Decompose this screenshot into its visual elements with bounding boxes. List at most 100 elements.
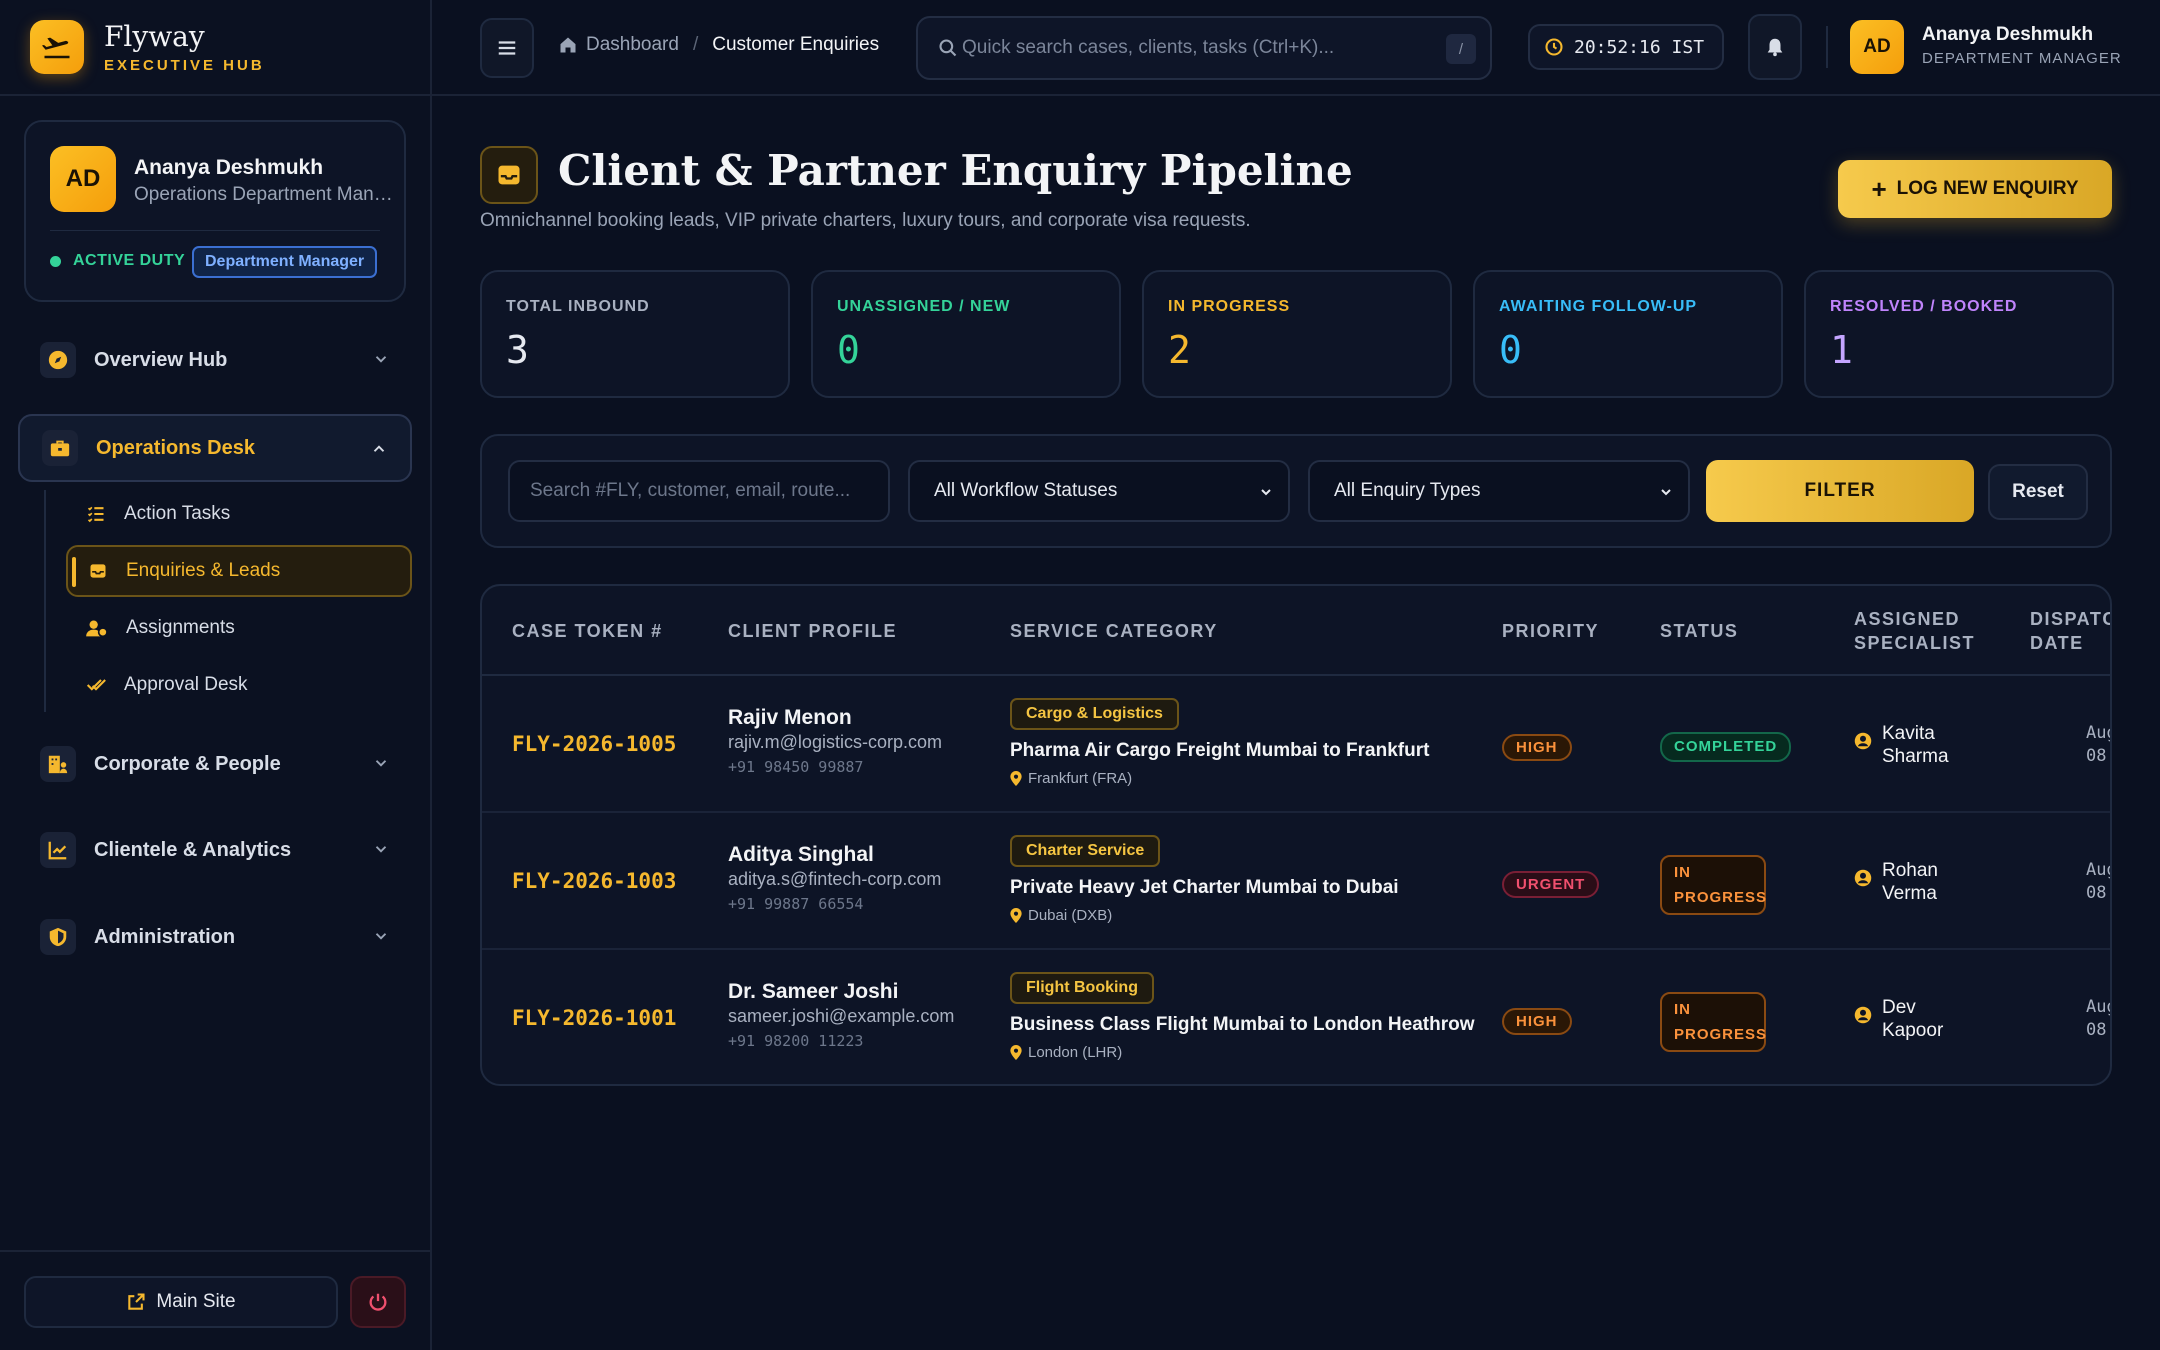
user-role: DEPARTMENT MANAGER (1922, 50, 2122, 67)
specialist-name: Dev Kapoor (1882, 997, 1944, 1041)
status-badge: COMPLETED (1660, 732, 1792, 762)
sidebar-item-approval-desk[interactable]: Approval Desk (66, 659, 412, 711)
page-subtitle: Omnichannel booking leads, VIP private c… (480, 210, 1251, 231)
breadcrumb-current: Customer Enquiries (712, 34, 880, 55)
priority-badge: URGENT (1502, 871, 1600, 898)
nav-label: Operations Desk (96, 436, 255, 459)
service-tag: Flight Booking (1010, 972, 1154, 1004)
sub-label: Assignments (126, 617, 235, 638)
breadcrumb-separator: / (692, 34, 699, 55)
service-location: Dubai (DXB) (1010, 907, 1112, 924)
notifications-button[interactable] (1748, 14, 1802, 80)
client-phone: +91 98200 11223 (728, 1032, 864, 1050)
sub-label: Approval Desk (124, 674, 248, 695)
dispatch-date: Aug 23, 2026 08:44 IST (2086, 996, 2110, 1042)
page-title: Client & Partner Enquiry Pipeline (558, 146, 1353, 195)
enquiry-search-input[interactable]: Search #FLY, customer, email, route... (508, 460, 890, 522)
chevron-down-icon (375, 760, 387, 767)
column-header[interactable]: CASE TOKEN # (512, 586, 663, 676)
status-badge: IN PROGRESS (1660, 855, 1766, 915)
priority-badge: HIGH (1502, 734, 1572, 761)
briefcase-icon (42, 430, 78, 466)
user-avatar[interactable]: AD (1850, 20, 1904, 74)
client-email: sameer.joshi@example.com (728, 1006, 955, 1026)
stat-value: 3 (506, 328, 529, 372)
case-token[interactable]: FLY-2026-1001 (512, 1006, 676, 1030)
chevron-down-icon (375, 933, 387, 940)
brand-name: Flyway (104, 19, 205, 53)
case-token[interactable]: FLY-2026-1003 (512, 869, 676, 893)
active-indicator (72, 557, 76, 587)
service-location: London (LHR) (1010, 1044, 1122, 1061)
column-header[interactable]: DISPATCH DATE (2030, 586, 2110, 676)
type-select[interactable]: All Enquiry Types (1308, 460, 1690, 522)
user-name[interactable]: Ananya Deshmukh (1922, 24, 2093, 46)
profile-role: Operations Department Manager (134, 184, 394, 205)
case-token[interactable]: FLY-2026-1005 (512, 732, 676, 756)
service-title: Pharma Air Cargo Freight Mumbai to Frank… (1010, 740, 1430, 761)
stat-resolved-booked: RESOLVED / BOOKED 1 (1804, 270, 2114, 398)
sub-label: Action Tasks (124, 503, 231, 524)
nav-clientele-analytics[interactable]: Clientele & Analytics (18, 816, 412, 884)
sub-label: Enquiries & Leads (126, 560, 281, 581)
chevron-up-icon (373, 445, 385, 452)
column-header[interactable]: PRIORITY (1502, 586, 1599, 676)
brand[interactable]: Flyway EXECUTIVE HUB (0, 0, 430, 96)
sidebar-item-enquiries-leads[interactable]: Enquiries & Leads (66, 545, 412, 597)
chevron-down-icon (1261, 489, 1271, 496)
table-row[interactable]: FLY-2026-1001 Dr. Sameer Joshi sameer.jo… (482, 950, 2110, 1084)
breadcrumb-dashboard[interactable]: Dashboard (586, 34, 679, 56)
divider (50, 230, 380, 231)
reset-button[interactable]: Reset (1988, 464, 2088, 520)
chevron-down-icon (375, 356, 387, 363)
column-header[interactable]: STATUS (1660, 586, 1738, 676)
status-dot-icon (50, 255, 61, 267)
search-placeholder: Quick search cases, clients, tasks (Ctrl… (962, 37, 1335, 58)
plus-icon: + (1871, 174, 1887, 204)
table-row[interactable]: FLY-2026-1005 Rajiv Menon rajiv.m@logist… (482, 676, 2110, 813)
stat-label: TOTAL INBOUND (506, 298, 650, 315)
map-pin-icon (1010, 1045, 1022, 1060)
service-title: Business Class Flight Mumbai to London H… (1010, 1014, 1475, 1035)
global-search-input[interactable]: Quick search cases, clients, tasks (Ctrl… (916, 16, 1492, 80)
profile-name: Ananya Deshmukh (134, 156, 324, 179)
main-site-label: Main Site (156, 1291, 236, 1312)
sidebar-item-action-tasks[interactable]: Action Tasks (66, 488, 412, 540)
stat-label: RESOLVED / BOOKED (1830, 298, 2018, 315)
nav-operations-desk[interactable]: Operations Desk (18, 414, 412, 482)
search-icon (939, 39, 957, 57)
nav-corporate-people[interactable]: Corporate & People (18, 730, 412, 798)
column-header[interactable]: CLIENT PROFILE (728, 586, 897, 676)
stat-label: IN PROGRESS (1168, 298, 1291, 315)
main-site-button[interactable]: Main Site (24, 1276, 338, 1328)
status-badge: IN PROGRESS (1660, 992, 1766, 1052)
chart-line-icon (40, 832, 76, 868)
map-pin-icon (1010, 771, 1022, 786)
client-name: Rajiv Menon (728, 706, 852, 729)
column-header[interactable]: SERVICE CATEGORY (1010, 586, 1218, 676)
sidebar-footer: Main Site (0, 1250, 432, 1350)
assigned-specialist: Dev Kapoor (1854, 996, 1962, 1042)
table-row[interactable]: FLY-2026-1003 Aditya Singhal aditya.s@fi… (482, 813, 2110, 950)
nav-overview-hub[interactable]: Overview Hub (18, 326, 412, 394)
stat-value: 2 (1168, 328, 1191, 372)
column-header[interactable]: ASSIGNED SPECIALIST (1854, 586, 1974, 676)
nav-label: Corporate & People (94, 752, 281, 775)
status-select[interactable]: All Workflow Statuses (908, 460, 1290, 522)
service-location: Frankfurt (FRA) (1010, 770, 1132, 787)
stat-total-inbound: TOTAL INBOUND 3 (480, 270, 790, 398)
time-value: 08:44 IST (2086, 1020, 2110, 1040)
dispatch-date: Aug 23, 2026 08:44 IST (2086, 859, 2110, 905)
log-new-enquiry-button[interactable]: + LOG NEW ENQUIRY (1838, 160, 2112, 218)
priority-badge: HIGH (1502, 1008, 1572, 1035)
sidebar-item-assignments[interactable]: Assignments (66, 602, 412, 654)
menu-toggle-button[interactable] (480, 18, 534, 78)
external-link-icon (128, 1293, 145, 1310)
logout-button[interactable] (350, 1276, 406, 1328)
filter-button[interactable]: FILTER (1706, 460, 1974, 522)
location-label: Frankfurt (FRA) (1028, 770, 1133, 787)
inbox-icon (90, 564, 106, 578)
status-select-value: All Workflow Statuses (934, 480, 1118, 501)
date-value: Aug 23, 2026 (2086, 860, 2110, 880)
nav-administration[interactable]: Administration (18, 903, 412, 971)
